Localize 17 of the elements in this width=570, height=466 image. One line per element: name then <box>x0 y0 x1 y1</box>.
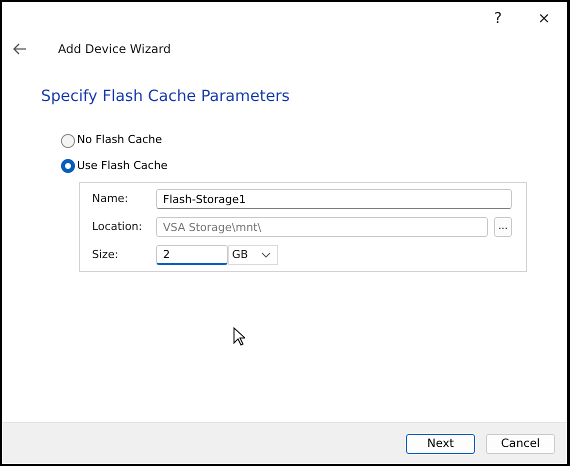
field-label: Location: <box>92 219 144 235</box>
chevron-icon <box>261 252 271 258</box>
radio-option[interactable]: Use Flash Cache <box>61 158 567 174</box>
footer-button[interactable]: Cancel <box>486 434 555 454</box>
input-field[interactable]: Flash-Storage1 <box>156 189 512 210</box>
unit-dropdown[interactable]: GB <box>228 245 278 266</box>
field-label: Size: <box>92 247 120 263</box>
radio-option[interactable]: No Flash Cache <box>61 132 567 149</box>
footer-button[interactable]: Next <box>406 434 475 454</box>
wizard-title: Add Device Wizard <box>58 41 171 58</box>
page-heading: Specify Flash Cache Parameters <box>41 86 291 107</box>
input-field[interactable]: 2 <box>156 245 228 266</box>
field-label: Name: <box>92 191 130 207</box>
help-button[interactable]: ? <box>475 2 521 34</box>
mouse-pointer-icon <box>233 327 245 346</box>
back-arrow-icon <box>13 42 27 55</box>
close-button[interactable]: × <box>521 2 567 34</box>
